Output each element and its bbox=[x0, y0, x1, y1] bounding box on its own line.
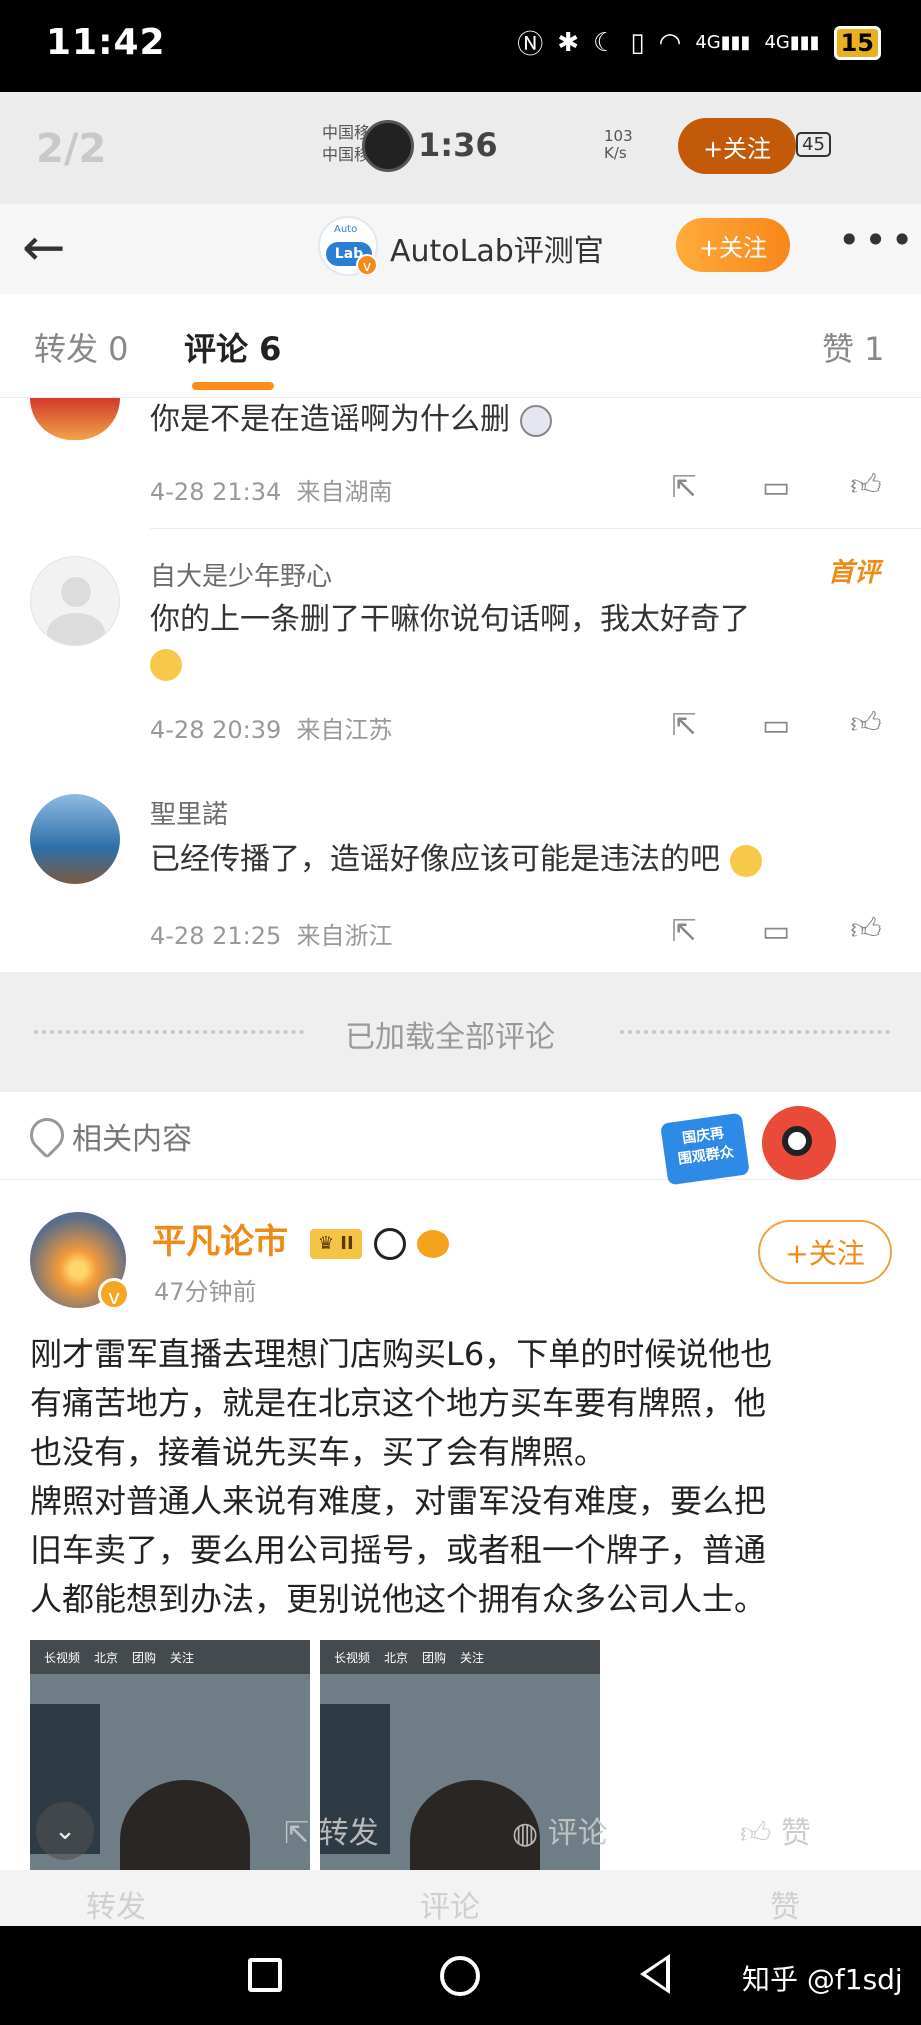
post-time: 47分钟前 bbox=[154, 1278, 257, 1306]
divider bbox=[620, 1030, 890, 1034]
tab-bar: 转发 0 评论 6 赞 1 bbox=[0, 294, 921, 398]
post-body: 刚才雷军直播去理想门店购买L6，下单的时候说他也 有痛苦地方，就是在北京这个地方… bbox=[30, 1335, 773, 1618]
comment-text: 已经传播了，造谣好像应该可能是违法的吧 bbox=[150, 838, 762, 882]
comment-meta: 4-28 21:34 来自湖南 bbox=[150, 478, 393, 506]
comment-text: 你是不是在造谣啊为什么删 bbox=[150, 398, 552, 442]
account-logo[interactable]: Auto Lab v bbox=[318, 216, 378, 276]
avatar bbox=[362, 120, 414, 172]
chevron-down-icon[interactable]: ⌄ bbox=[36, 1802, 94, 1860]
reply-icon[interactable]: ▭ bbox=[756, 708, 796, 744]
like-button[interactable]: 👍︎ 赞 bbox=[740, 1808, 811, 1852]
verified-icon: v bbox=[356, 254, 378, 276]
comment-meta: 4-28 21:25 来自浙江 bbox=[150, 922, 393, 950]
commenter-name[interactable]: 自大是少年野心 bbox=[150, 556, 332, 593]
avatar[interactable] bbox=[30, 556, 120, 646]
network-speed: 103 K/s bbox=[604, 127, 633, 162]
system-status-bar: 11:42 Ⓝ ✱ ☾ ▯ ◠ 4G▮▮▮ 4G▮▮▮ 15 bbox=[0, 0, 921, 92]
promo-badge[interactable]: 国庆再 围观群众 bbox=[660, 1100, 860, 1188]
verified-icon: v bbox=[98, 1278, 130, 1310]
system-nav-bar: 知乎 @f1sdj bbox=[0, 1926, 921, 2025]
moon-icon: ☾ bbox=[593, 27, 617, 58]
avatar[interactable]: v bbox=[30, 1212, 130, 1310]
more-dots-icon[interactable]: ••• bbox=[838, 218, 917, 262]
comment-meta: 4-28 20:39 来自江苏 bbox=[150, 716, 393, 744]
recent-apps-icon[interactable] bbox=[248, 1958, 282, 1992]
thumbs-up-icon[interactable]: 👍︎ bbox=[846, 468, 886, 504]
first-comment-badge: 首评 bbox=[828, 558, 881, 588]
vibrate-icon: ▯ bbox=[630, 27, 645, 58]
panda-icon bbox=[373, 1227, 406, 1260]
crying-emoji-icon bbox=[150, 648, 182, 681]
share-icon[interactable]: ⇱ bbox=[664, 708, 704, 744]
inner-battery: 45 bbox=[796, 132, 831, 157]
watermark: 知乎 @f1sdj bbox=[742, 1963, 903, 1996]
tab-repost[interactable]: 转发 0 bbox=[34, 324, 129, 370]
home-icon[interactable] bbox=[440, 1956, 480, 1996]
tab-comments[interactable]: 评论 6 bbox=[184, 324, 281, 370]
inner-time: 1:36 bbox=[418, 126, 498, 164]
floating-action-bar: ⌄ ⇱ 转发 ◍ 评论 👍︎ 赞 bbox=[0, 1790, 921, 1870]
follow-button[interactable]: +关注 bbox=[676, 218, 790, 272]
inner-follow-button[interactable]: +关注 bbox=[678, 118, 796, 174]
emoji-icon bbox=[519, 404, 552, 437]
account-name[interactable]: AutoLab评测官 bbox=[390, 226, 604, 270]
location-pin-icon bbox=[22, 1110, 72, 1160]
related-content-header: 相关内容 国庆再 围观群众 bbox=[0, 1092, 921, 1186]
share-icon[interactable]: ⇱ bbox=[664, 914, 704, 950]
avatar[interactable] bbox=[30, 398, 120, 440]
signal-4g-icon: 4G▮▮▮ bbox=[764, 32, 820, 53]
fish-icon bbox=[417, 1229, 450, 1258]
share-icon[interactable]: ⇱ bbox=[664, 470, 704, 506]
avatar[interactable] bbox=[30, 794, 120, 884]
status-time: 11:42 bbox=[46, 22, 166, 63]
nfc-icon: Ⓝ bbox=[517, 30, 544, 60]
inner-screenshot-status: 2/2 中国移 中国移 1:36 103 K/s +关注 45 bbox=[0, 92, 921, 204]
wifi-icon: ◠ bbox=[658, 27, 682, 58]
app-header: ← Auto Lab v AutoLab评测官 +关注 ••• bbox=[0, 204, 921, 294]
thumbs-up-icon[interactable]: 👍︎ bbox=[846, 912, 886, 948]
post-author[interactable]: 平凡论市 ♛ II bbox=[152, 1214, 450, 1263]
follow-button[interactable]: +关注 bbox=[758, 1220, 892, 1284]
inner-bottom-bar: 转发 评论 赞 bbox=[0, 1870, 921, 1926]
commenter-name[interactable]: 聖里諾 bbox=[150, 794, 228, 831]
divider bbox=[150, 528, 921, 529]
reply-icon[interactable]: ▭ bbox=[756, 914, 796, 950]
battery-indicator: 15 bbox=[833, 25, 881, 60]
all-comments-loaded: 已加载全部评论 bbox=[0, 972, 921, 1092]
related-label: 相关内容 bbox=[72, 1122, 192, 1157]
arrow-left-icon[interactable]: ← bbox=[22, 218, 66, 278]
signal-4g-icon: 4G▮▮▮ bbox=[695, 32, 751, 53]
crown-level-icon: ♛ II bbox=[309, 1228, 362, 1259]
tab-likes[interactable]: 赞 1 bbox=[822, 324, 885, 370]
loaded-label: 已加载全部评论 bbox=[345, 1020, 555, 1055]
reply-icon[interactable]: ▭ bbox=[756, 470, 796, 506]
laughing-emoji-icon bbox=[729, 844, 762, 877]
comment-button[interactable]: ◍ 评论 bbox=[512, 1808, 608, 1852]
tab-active-indicator bbox=[192, 382, 274, 390]
thumbs-up-icon[interactable]: 👍︎ bbox=[846, 706, 886, 742]
bluetooth-icon: ✱ bbox=[557, 27, 580, 58]
repost-button[interactable]: ⇱ 转发 bbox=[284, 1808, 379, 1852]
image-counter: 2/2 bbox=[36, 126, 107, 172]
divider bbox=[34, 1030, 304, 1034]
status-icons: Ⓝ ✱ ☾ ▯ ◠ 4G▮▮▮ 4G▮▮▮ 15 bbox=[517, 24, 881, 61]
comment-text: 你的上一条删了干嘛你说句话啊，我太好奇了 bbox=[150, 598, 890, 686]
